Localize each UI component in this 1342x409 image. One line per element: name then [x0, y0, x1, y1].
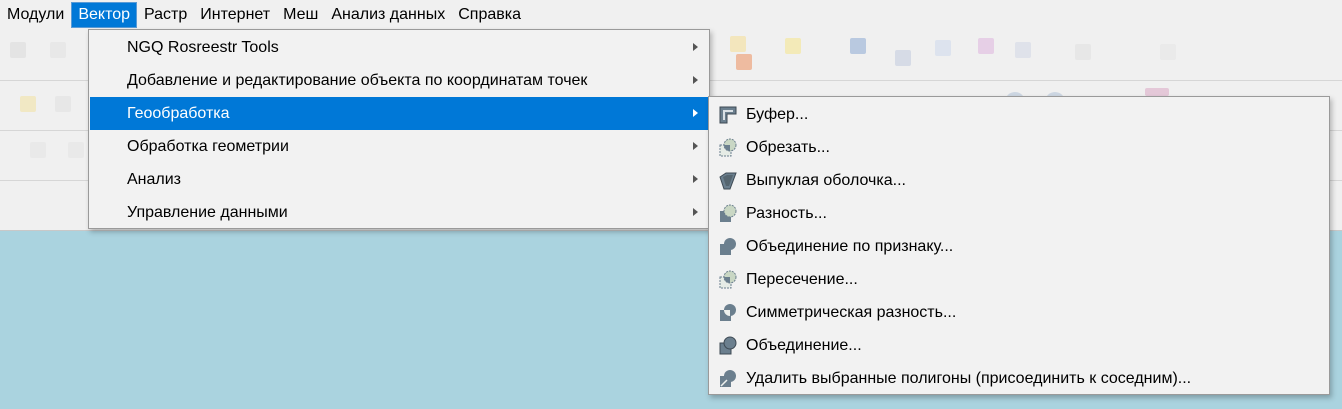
geo-item-label: Обрезать...: [746, 139, 830, 156]
menu-raster[interactable]: Растр: [138, 2, 193, 28]
vector-menu-item-label: Добавление и редактирование объекта по к…: [127, 72, 588, 89]
geo-item-label: Удалить выбранные полигоны (присоединить…: [746, 370, 1192, 387]
menu-bar: Модули Вектор Растр Интернет Меш Анализ …: [0, 0, 1342, 30]
geo-item-label: Объединение...: [746, 337, 862, 354]
vector-menu-item-label: Геообработка: [127, 105, 230, 122]
toolbar-button[interactable]: [68, 142, 84, 158]
toolbar-button[interactable]: [736, 54, 752, 70]
geo-item-difference[interactable]: Разность...: [710, 197, 1328, 230]
geo-item-label: Объединение по признаку...: [746, 238, 954, 255]
toolbar-button[interactable]: [1075, 44, 1091, 60]
convex-hull-icon: [718, 171, 738, 191]
geo-item-union[interactable]: Объединение...: [710, 329, 1328, 362]
submenu-arrow-icon: [693, 109, 698, 117]
clip-icon: [718, 138, 738, 158]
symmetric-difference-icon: [718, 303, 738, 323]
geo-item-label: Пересечение...: [746, 271, 858, 288]
toolbar-button[interactable]: [1015, 42, 1031, 58]
submenu-arrow-icon: [693, 76, 698, 84]
dissolve-icon: [718, 237, 738, 257]
menu-web[interactable]: Интернет: [194, 2, 276, 28]
buffer-icon: [718, 105, 738, 125]
menu-vector[interactable]: Вектор: [71, 2, 138, 28]
vector-menu-item-add-by-coordinates[interactable]: Добавление и редактирование объекта по к…: [90, 64, 708, 97]
submenu-arrow-icon: [693, 208, 698, 216]
toolbar-button[interactable]: [50, 42, 66, 58]
eliminate-icon: [718, 369, 738, 389]
geo-item-label: Буфер...: [746, 106, 809, 123]
vector-menu-item-label: Анализ: [127, 171, 182, 188]
vector-menu-item-label: NGQ Rosreestr Tools: [127, 39, 279, 56]
geo-item-convex-hull[interactable]: Выпуклая оболочка...: [710, 164, 1328, 197]
geoprocessing-submenu: Буфер... Обрезать... Выпуклая оболочка..…: [708, 96, 1330, 395]
vector-menu-item-label: Обработка геометрии: [127, 138, 289, 155]
vector-menu-item-label: Управление данными: [127, 204, 288, 221]
submenu-arrow-icon: [693, 142, 698, 150]
menu-modules[interactable]: Модули: [1, 2, 70, 28]
toolbar-button[interactable]: [1160, 44, 1176, 60]
difference-icon: [718, 204, 738, 224]
toolbar-button[interactable]: [895, 50, 911, 66]
toolbar-button[interactable]: [30, 142, 46, 158]
toolbar-button[interactable]: [20, 96, 36, 112]
vector-menu: NGQ Rosreestr Tools Добавление и редакти…: [88, 29, 710, 229]
toolbar-button[interactable]: [55, 96, 71, 112]
geo-item-label: Симметрическая разность...: [746, 304, 957, 321]
menu-data-analysis[interactable]: Анализ данных: [325, 2, 451, 28]
geo-item-clip[interactable]: Обрезать...: [710, 131, 1328, 164]
submenu-arrow-icon: [693, 175, 698, 183]
geo-item-dissolve[interactable]: Объединение по признаку...: [710, 230, 1328, 263]
submenu-arrow-icon: [693, 43, 698, 51]
geo-item-eliminate[interactable]: Удалить выбранные полигоны (присоединить…: [710, 362, 1328, 395]
toolbar-button[interactable]: [730, 36, 746, 52]
vector-menu-item-geometry[interactable]: Обработка геометрии: [90, 130, 708, 163]
intersection-icon: [718, 270, 738, 290]
vector-menu-item-rosreestr[interactable]: NGQ Rosreestr Tools: [90, 31, 708, 64]
geo-item-label: Выпуклая оболочка...: [746, 172, 906, 189]
union-icon: [718, 336, 738, 356]
toolbar-button[interactable]: [10, 42, 26, 58]
toolbar-button[interactable]: [935, 40, 951, 56]
geo-item-intersection[interactable]: Пересечение...: [710, 263, 1328, 296]
geo-item-buffer[interactable]: Буфер...: [710, 98, 1328, 131]
vector-menu-item-geoprocessing[interactable]: Геообработка: [90, 97, 708, 130]
menu-help[interactable]: Справка: [452, 2, 527, 28]
menu-mesh[interactable]: Меш: [277, 2, 324, 28]
toolbar-button[interactable]: [1145, 88, 1169, 96]
geo-item-symmetric-difference[interactable]: Симметрическая разность...: [710, 296, 1328, 329]
geo-item-label: Разность...: [746, 205, 827, 222]
toolbar-button[interactable]: [850, 38, 866, 54]
vector-menu-item-data-management[interactable]: Управление данными: [90, 196, 708, 229]
toolbar-button[interactable]: [978, 38, 994, 54]
toolbar-button[interactable]: [785, 38, 801, 54]
vector-menu-item-analysis[interactable]: Анализ: [90, 163, 708, 196]
